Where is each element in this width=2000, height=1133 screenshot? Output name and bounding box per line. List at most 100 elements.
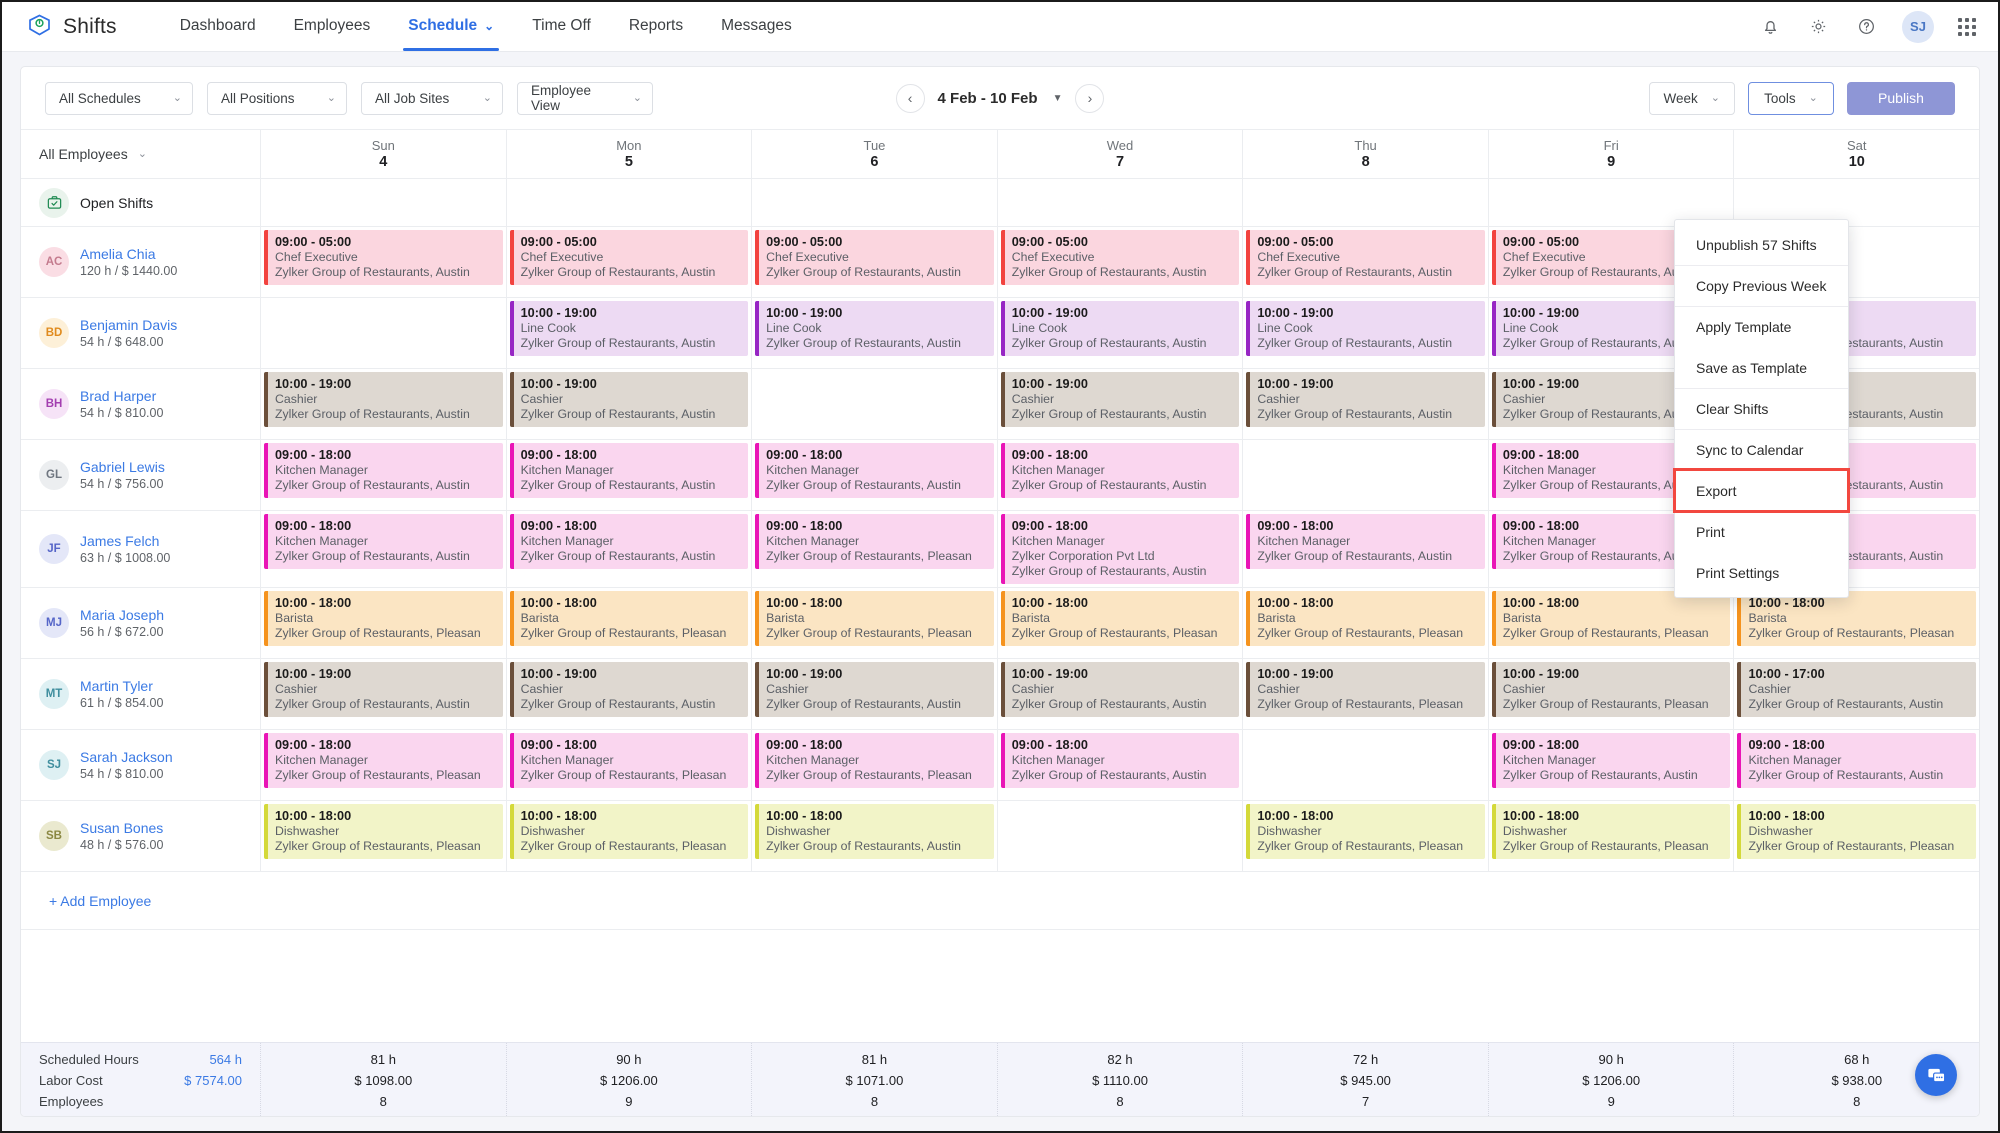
shift-block[interactable]: 10:00 - 19:00Line CookZylker Group of Re… bbox=[1246, 301, 1485, 356]
employee-name-link[interactable]: Amelia Chia bbox=[80, 246, 177, 262]
schedule-cell[interactable]: 09:00 - 18:00Kitchen ManagerZylker Group… bbox=[507, 511, 753, 587]
shift-block[interactable]: 09:00 - 05:00 Chef Executive Zylker Group … bbox=[1246, 230, 1485, 285]
date-picker-caret-icon[interactable]: ▼ bbox=[1053, 93, 1063, 104]
shift-block[interactable]: 10:00 - 19:00CashierZylker Group of Rest… bbox=[264, 662, 503, 717]
schedule-cell[interactable]: 09:00 - 18:00Kitchen ManagerZylker Group… bbox=[1489, 730, 1735, 800]
schedule-cell[interactable]: 10:00 - 19:00CashierZylker Group of Rest… bbox=[1489, 659, 1735, 729]
menu-item-clear-shifts[interactable]: Clear Shifts bbox=[1675, 388, 1848, 429]
schedule-cell[interactable]: 10:00 - 18:00 Barista Zylker Group of Rest… bbox=[261, 588, 507, 658]
schedule-cell[interactable]: 10:00 - 18:00 Dishwasher Zylker Group of R… bbox=[1489, 801, 1735, 871]
filter-all-job-sites[interactable]: All Job Sites ⌄ bbox=[361, 81, 503, 115]
menu-item-save-as-template[interactable]: Save as Template bbox=[1675, 347, 1848, 388]
open-shift-cell[interactable] bbox=[507, 179, 753, 226]
shift-block[interactable]: 10:00 - 18:00 Dishwasher Zylker Group of R… bbox=[755, 804, 994, 859]
employee-name-link[interactable]: Martin Tyler bbox=[80, 678, 163, 694]
shift-block[interactable]: 10:00 - 19:00Line CookZylker Group of Re… bbox=[755, 301, 994, 356]
schedule-cell[interactable]: 10:00 - 19:00CashierZylker Group of Rest… bbox=[998, 659, 1244, 729]
schedule-cell[interactable]: 09:00 - 18:00Kitchen ManagerZylker Group… bbox=[752, 511, 998, 587]
open-shift-cell[interactable] bbox=[752, 179, 998, 226]
shift-block[interactable]: 10:00 - 18:00 Barista Zylker Group of Rest… bbox=[509, 591, 749, 646]
schedule-cell[interactable]: 09:00 - 18:00Kitchen ManagerZylker Group… bbox=[507, 440, 753, 510]
schedule-cell[interactable]: 10:00 - 19:00CashierZylker Group of Rest… bbox=[261, 369, 507, 439]
shift-block[interactable]: 10:00 - 18:00 Barista Zylker Group of Rest… bbox=[755, 591, 994, 646]
schedule-cell[interactable]: 10:00 - 19:00Line CookZylker Group of Re… bbox=[507, 298, 753, 368]
shift-block[interactable]: 09:00 - 18:00 Kitchen Manager Zylker Corpo… bbox=[1000, 514, 1240, 584]
schedule-cell[interactable]: 10:00 - 18:00 Dishwasher Zylker Group of R… bbox=[1734, 801, 1979, 871]
shift-block[interactable]: 10:00 - 19:00Line CookZylker Group of Re… bbox=[509, 301, 749, 356]
schedule-cell[interactable]: 09:00 - 05:00 Chef Executive Zylker Group … bbox=[261, 227, 507, 297]
menu-item-print-settings[interactable]: Print Settings bbox=[1675, 552, 1848, 593]
schedule-cell[interactable]: 10:00 - 18:00 Barista Zylker Group of Rest… bbox=[998, 588, 1244, 658]
all-employees-filter[interactable]: All Employees ⌄ bbox=[21, 130, 260, 178]
schedule-cell[interactable]: 10:00 - 18:00 Barista Zylker Group of Rest… bbox=[507, 588, 753, 658]
shift-block[interactable]: 10:00 - 19:00CashierZylker Group of Rest… bbox=[509, 662, 749, 717]
shift-block[interactable]: 10:00 - 17:00 Cashier Zylker Group of Rest… bbox=[1737, 662, 1977, 717]
shift-block[interactable]: 10:00 - 18:00 Barista Zylker Group of Rest… bbox=[1737, 591, 1977, 646]
menu-item-export[interactable]: Export bbox=[1673, 468, 1850, 513]
shift-block[interactable]: 09:00 - 18:00Kitchen ManagerZylker Group… bbox=[1491, 733, 1731, 788]
nav-item-schedule[interactable]: Schedule ⌄ bbox=[389, 3, 513, 51]
schedule-cell[interactable]: 10:00 - 19:00Line CookZylker Group of Re… bbox=[1243, 298, 1489, 368]
shift-block[interactable]: 10:00 - 18:00 Dishwasher Zylker Group of R… bbox=[1737, 804, 1977, 859]
menu-item-apply-template[interactable]: Apply Template bbox=[1675, 306, 1848, 347]
employee-name-link[interactable]: Brad Harper bbox=[80, 388, 163, 404]
chat-icon[interactable] bbox=[1915, 1054, 1957, 1096]
shift-block[interactable]: 09:00 - 05:00 Chef Executive Zylker Group … bbox=[264, 230, 503, 285]
shift-block[interactable]: 09:00 - 18:00Kitchen ManagerZylker Group… bbox=[509, 733, 749, 788]
schedule-cell[interactable]: 10:00 - 18:00 Dishwasher Zylker Group of R… bbox=[1243, 801, 1489, 871]
shift-block[interactable]: 10:00 - 18:00 Barista Zylker Group of Rest… bbox=[1491, 591, 1731, 646]
shift-block[interactable]: 09:00 - 18:00Kitchen ManagerZylker Group… bbox=[264, 443, 503, 498]
shift-block[interactable]: 09:00 - 05:00 Chef Executive Zylker Group … bbox=[1000, 230, 1240, 285]
open-shifts-cell[interactable]: Open Shifts bbox=[21, 179, 261, 226]
employee-name-link[interactable]: Benjamin Davis bbox=[80, 317, 177, 333]
shift-block[interactable]: 10:00 - 19:00CashierZylker Group of Rest… bbox=[1000, 662, 1240, 717]
shift-block[interactable]: 09:00 - 18:00Kitchen ManagerZylker Group… bbox=[1000, 443, 1240, 498]
open-shift-cell[interactable] bbox=[261, 179, 507, 226]
schedule-cell[interactable]: 10:00 - 18:00 Barista Zylker Group of Rest… bbox=[1489, 588, 1735, 658]
shift-block[interactable]: 09:00 - 05:00 Chef Executive Zylker Group … bbox=[509, 230, 749, 285]
schedule-cell[interactable]: 09:00 - 05:00 Chef Executive Zylker Group … bbox=[507, 227, 753, 297]
menu-item-sync-to-calendar[interactable]: Sync to Calendar bbox=[1675, 429, 1848, 470]
shift-block[interactable]: 10:00 - 18:00 Dishwasher Zylker Group of R… bbox=[509, 804, 749, 859]
shift-block[interactable]: 10:00 - 18:00 Dishwasher Zylker Group of R… bbox=[1246, 804, 1485, 859]
previous-week-button[interactable]: ‹ bbox=[895, 83, 925, 113]
schedule-cell[interactable]: 09:00 - 18:00 Kitchen Manager Zylker Corpo… bbox=[998, 511, 1244, 587]
shift-block[interactable]: 10:00 - 19:00CashierZylker Group of Rest… bbox=[1000, 372, 1240, 427]
user-avatar[interactable]: SJ bbox=[1902, 10, 1934, 43]
shift-block[interactable]: 10:00 - 19:00Line CookZylker Group of Re… bbox=[1000, 301, 1240, 356]
shift-block[interactable]: 10:00 - 19:00CashierZylker Group of Rest… bbox=[1246, 662, 1485, 717]
gear-icon[interactable] bbox=[1806, 15, 1830, 39]
menu-item-print[interactable]: Print bbox=[1675, 511, 1848, 552]
schedule-cell[interactable]: 09:00 - 05:00 Chef Executive Zylker Group … bbox=[1243, 227, 1489, 297]
nav-item-dashboard[interactable]: Dashboard bbox=[161, 3, 275, 50]
shift-block[interactable]: 10:00 - 18:00 Dishwasher Zylker Group of R… bbox=[264, 804, 503, 859]
schedule-cell[interactable]: 10:00 - 19:00CashierZylker Group of Rest… bbox=[998, 369, 1244, 439]
shift-block[interactable]: 10:00 - 18:00 Barista Zylker Group of Rest… bbox=[264, 591, 503, 646]
schedule-cell[interactable]: 09:00 - 18:00Kitchen ManagerZylker Group… bbox=[261, 511, 507, 587]
schedule-cell[interactable]: 09:00 - 18:00Kitchen ManagerZylker Group… bbox=[752, 730, 998, 800]
filter-employee-view[interactable]: Employee View ⌄ bbox=[517, 81, 653, 115]
nav-item-employees[interactable]: Employees bbox=[275, 3, 390, 50]
shift-block[interactable]: 10:00 - 19:00CashierZylker Group of Rest… bbox=[509, 372, 749, 427]
filter-all-positions[interactable]: All Positions ⌄ bbox=[207, 81, 347, 115]
open-shift-cell[interactable] bbox=[998, 179, 1244, 226]
shift-block[interactable]: 09:00 - 18:00Kitchen ManagerZylker Group… bbox=[1000, 733, 1240, 788]
open-shift-cell[interactable] bbox=[1243, 179, 1489, 226]
schedule-cell[interactable] bbox=[261, 298, 507, 368]
employee-name-link[interactable]: Maria Joseph bbox=[80, 607, 164, 623]
shift-block[interactable]: 09:00 - 18:00Kitchen ManagerZylker Group… bbox=[509, 443, 749, 498]
schedule-cell[interactable]: 10:00 - 19:00Line CookZylker Group of Re… bbox=[998, 298, 1244, 368]
schedule-cell[interactable]: 09:00 - 18:00Kitchen ManagerZylker Group… bbox=[261, 730, 507, 800]
schedule-cell[interactable]: 09:00 - 05:00 Chef Executive Zylker Group … bbox=[752, 227, 998, 297]
employee-name-link[interactable]: James Felch bbox=[80, 533, 170, 549]
nav-item-messages[interactable]: Messages bbox=[702, 3, 811, 50]
schedule-cell[interactable] bbox=[998, 801, 1244, 871]
help-icon[interactable] bbox=[1854, 15, 1878, 39]
schedule-cell[interactable]: 10:00 - 17:00 Cashier Zylker Group of Rest… bbox=[1734, 659, 1979, 729]
schedule-cell[interactable] bbox=[1243, 440, 1489, 510]
schedule-cell[interactable]: 10:00 - 18:00 Dishwasher Zylker Group of R… bbox=[507, 801, 753, 871]
shift-block[interactable]: 10:00 - 19:00CashierZylker Group of Rest… bbox=[1246, 372, 1485, 427]
schedule-cell[interactable] bbox=[1243, 730, 1489, 800]
shift-block[interactable]: 10:00 - 18:00 Barista Zylker Group of Rest… bbox=[1246, 591, 1485, 646]
next-week-button[interactable]: › bbox=[1075, 83, 1105, 113]
